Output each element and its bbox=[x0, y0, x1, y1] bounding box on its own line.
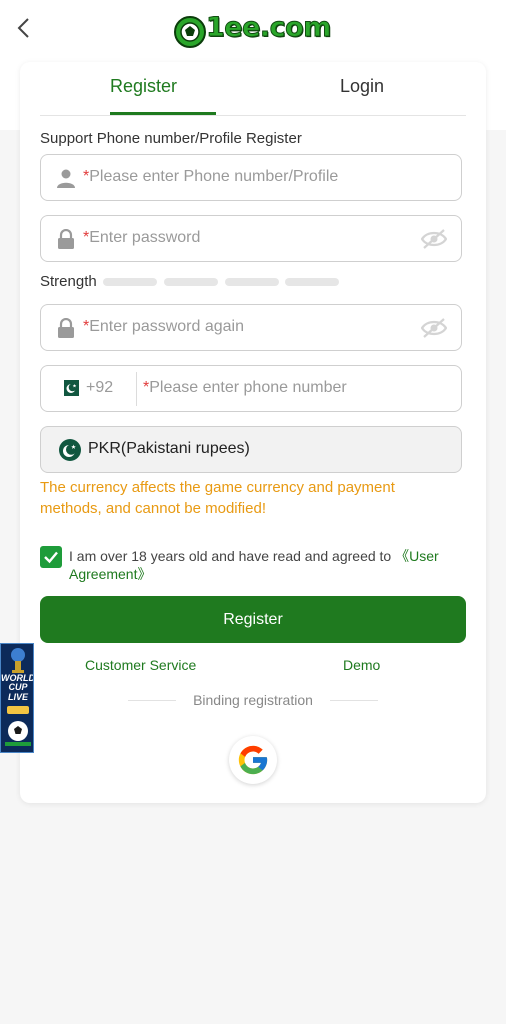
account-input[interactable]: *Please enter Phone number/Profile bbox=[40, 154, 462, 201]
currency-value: PKR(Pakistani rupees) bbox=[88, 440, 250, 457]
field-divider bbox=[136, 372, 137, 406]
country-code[interactable]: +92 bbox=[86, 379, 113, 397]
strength-label: Strength bbox=[40, 273, 97, 290]
confirm-password-placeholder: *Enter password again bbox=[83, 318, 244, 335]
agree-checkbox[interactable] bbox=[40, 546, 62, 568]
confirm-password-input[interactable]: *Enter password again bbox=[40, 304, 462, 351]
currency-notice: The currency affects the game currency a… bbox=[40, 479, 395, 517]
world-cup-live-banner[interactable]: WORLD CUP LIVE bbox=[0, 643, 34, 753]
soccer-ball-icon bbox=[5, 706, 31, 746]
strength-bar bbox=[164, 278, 218, 286]
register-card: Register Login Support Phone number/Prof… bbox=[20, 62, 486, 803]
site-logo[interactable]: 1ee.com bbox=[170, 10, 336, 50]
eye-off-icon[interactable] bbox=[421, 228, 447, 250]
trophy-icon bbox=[11, 648, 25, 673]
agreement-text: I am over 18 years old and have read and… bbox=[69, 548, 439, 582]
logo-text: 1ee.com bbox=[206, 12, 332, 44]
register-type-label: Support Phone number/Profile Register bbox=[40, 130, 302, 147]
tab-register[interactable]: Register bbox=[110, 76, 177, 97]
user-icon bbox=[55, 166, 77, 190]
customer-service-link[interactable]: Customer Service bbox=[85, 657, 196, 673]
currency-select: PKR(Pakistani rupees) bbox=[40, 426, 462, 473]
password-input[interactable]: *Enter password bbox=[40, 215, 462, 262]
phone-input[interactable]: +92 *Please enter phone number bbox=[40, 365, 462, 412]
strength-bar bbox=[285, 278, 339, 286]
binding-registration-divider: Binding registration bbox=[128, 692, 378, 712]
strength-bar bbox=[103, 278, 157, 286]
soccer-ball-icon bbox=[174, 16, 206, 48]
demo-link[interactable]: Demo bbox=[343, 657, 380, 673]
register-button[interactable]: Register bbox=[40, 596, 466, 643]
eye-off-icon[interactable] bbox=[421, 317, 447, 339]
chevron-left-icon bbox=[17, 18, 29, 38]
promo-subtitle: LIVE bbox=[7, 692, 28, 702]
tab-bar: Register Login bbox=[40, 62, 466, 116]
tab-login[interactable]: Login bbox=[340, 76, 384, 97]
google-login-button[interactable] bbox=[229, 736, 277, 784]
checkmark-icon bbox=[44, 551, 58, 564]
phone-placeholder: *Please enter phone number bbox=[143, 379, 347, 396]
active-tab-indicator bbox=[110, 112, 216, 115]
back-button[interactable] bbox=[10, 14, 36, 42]
google-icon bbox=[238, 745, 268, 775]
header: 1ee.com bbox=[0, 0, 506, 64]
account-placeholder: *Please enter Phone number/Profile bbox=[83, 168, 339, 185]
pakistan-flag-icon bbox=[59, 439, 81, 461]
lock-icon bbox=[55, 227, 77, 251]
strength-bar bbox=[225, 278, 279, 286]
password-placeholder: *Enter password bbox=[83, 229, 201, 246]
pakistan-flag-icon bbox=[59, 380, 79, 396]
lock-icon bbox=[55, 316, 77, 340]
promo-title: WORLD CUP bbox=[1, 673, 34, 692]
